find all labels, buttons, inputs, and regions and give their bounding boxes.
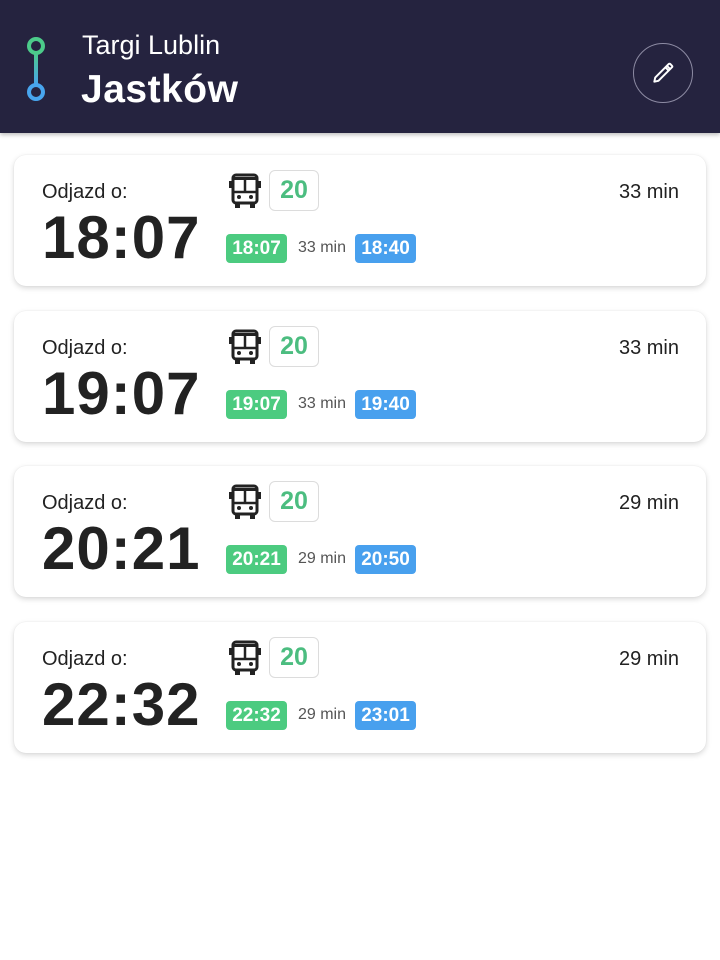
arrival-time-pill: 20:50	[355, 545, 416, 574]
arrival-time-pill: 19:40	[355, 390, 416, 419]
departure-time-pill: 22:32	[226, 701, 287, 730]
app-header: Targi Lublin Jastków	[0, 0, 720, 133]
departure-card[interactable]: Odjazd o: 18:07 20 33 min 18:07 33 min 1…	[14, 155, 706, 286]
segment-duration: 29 min	[297, 550, 347, 567]
route-connector	[34, 53, 38, 85]
route-line-icon	[26, 37, 46, 103]
destination-stop-name[interactable]: Jastków	[81, 68, 238, 112]
travel-duration: 33 min	[618, 337, 679, 359]
origin-stop-name[interactable]: Targi Lublin	[82, 30, 220, 61]
departure-card[interactable]: Odjazd o: 19:07 20 33 min 19:07 33 min 1…	[14, 311, 706, 442]
line-number-badge: 20	[269, 637, 319, 678]
arrival-time-pill: 18:40	[355, 234, 416, 263]
departure-time-pill: 20:21	[226, 545, 287, 574]
departure-time: 22:32	[42, 671, 201, 738]
travel-duration: 33 min	[618, 181, 679, 203]
edit-route-button[interactable]	[633, 43, 693, 103]
bus-icon	[229, 329, 261, 364]
departure-time: 20:21	[42, 515, 201, 582]
departure-card[interactable]: Odjazd o: 22:32 20 29 min 22:32 29 min 2…	[14, 622, 706, 753]
bus-icon	[229, 640, 261, 675]
departure-label: Odjazd o:	[42, 492, 128, 514]
departure-time-pill: 19:07	[226, 390, 287, 419]
segment-duration: 33 min	[297, 239, 347, 256]
departure-label: Odjazd o:	[42, 181, 128, 203]
departure-time: 19:07	[42, 360, 201, 427]
departure-label: Odjazd o:	[42, 337, 128, 359]
departure-card[interactable]: Odjazd o: 20:21 20 29 min 20:21 29 min 2…	[14, 466, 706, 597]
travel-duration: 29 min	[618, 648, 679, 670]
bus-icon	[229, 484, 261, 519]
line-number-badge: 20	[269, 170, 319, 211]
line-number-badge: 20	[269, 326, 319, 367]
pencil-icon	[653, 62, 674, 83]
departure-time-pill: 18:07	[226, 234, 287, 263]
line-number-badge: 20	[269, 481, 319, 522]
travel-duration: 29 min	[618, 492, 679, 514]
arrival-time-pill: 23:01	[355, 701, 416, 730]
departure-time: 18:07	[42, 204, 201, 271]
departure-label: Odjazd o:	[42, 648, 128, 670]
segment-duration: 29 min	[297, 706, 347, 723]
bus-icon	[229, 173, 261, 208]
segment-duration: 33 min	[297, 395, 347, 412]
destination-dot-icon	[27, 83, 45, 101]
